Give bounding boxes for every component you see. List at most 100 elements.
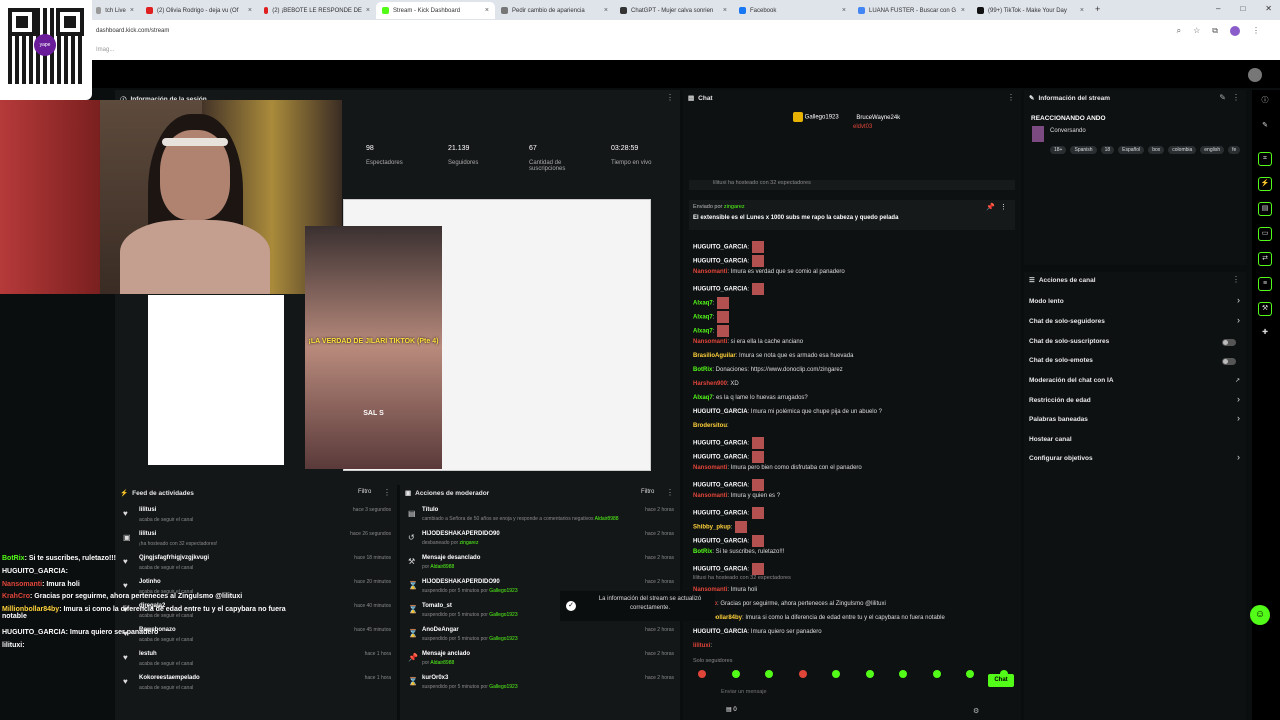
chat-settings-icon[interactable]: ⚙ [973,707,979,715]
browser-tab[interactable]: (99+) TikTok - Make Your Day × [971,2,1090,19]
browser-tab[interactable]: (2) ¡BEBOTE LE RESPONDE DE × [258,2,376,19]
stream-info-menu-icon[interactable]: ⋮ [1232,93,1240,102]
stream-tag[interactable]: box [1148,146,1165,154]
bolt-icon[interactable]: ⚡ [1258,177,1272,191]
chat-username[interactable]: Alxaq7 [693,395,713,401]
moderator-name[interactable]: Aldair8988 [430,660,454,666]
chevron-right-icon[interactable]: › [1237,413,1240,423]
profile-avatar[interactable] [1230,26,1240,36]
channel-action-item[interactable]: Chat de solo-seguidores [1029,318,1241,325]
pinned-menu-icon[interactable]: ⋮ [1000,203,1007,211]
close-tab-icon[interactable]: × [842,7,846,14]
toggle-switch[interactable] [1222,339,1236,346]
chat-username[interactable]: Harshen900 [693,381,727,387]
moderator-name[interactable]: Gallego1923 [489,612,517,618]
chat-username[interactable]: HUGUITO_GARCIA [693,511,748,517]
browser-tab[interactable]: Facebook × [733,2,852,19]
top-user[interactable]: Gallego1923 [805,115,839,121]
channel-action-item[interactable]: Hostear canal [1029,436,1241,443]
menu-icon[interactable]: ⋮ [1252,26,1260,36]
emote-button[interactable] [731,670,740,678]
channel-action-item[interactable]: Moderación del chat con IA [1029,377,1241,384]
close-tab-icon[interactable]: × [485,7,489,14]
toggle-switch[interactable] [1222,358,1236,365]
close-tab-icon[interactable]: × [130,7,134,14]
close-window-button[interactable]: ✕ [1265,4,1272,13]
chat-username[interactable]: HUGUITO_GARCIA [693,567,748,573]
feed-username[interactable]: lilitusi [139,507,156,513]
chat-username[interactable]: HUGUITO_GARCIA [693,287,748,293]
add-widget-icon[interactable]: ✚ [1258,327,1272,341]
close-tab-icon[interactable]: × [961,7,965,14]
crop-icon[interactable]: ⌗ [1258,152,1272,166]
bookmark-star-icon[interactable]: ☆ [1193,26,1200,36]
feed-username[interactable]: lilitusi [139,531,156,537]
emote-button[interactable] [865,670,874,678]
emote-button[interactable] [832,670,841,678]
chat-username[interactable]: HUGUITO_GARCIA [693,245,748,251]
stream-tag[interactable]: 18 [1100,146,1115,154]
chat-username[interactable]: BotRix [693,549,712,555]
mods-menu-icon[interactable]: ⋮ [666,488,674,497]
session-menu-icon[interactable]: ⋮ [666,93,674,102]
top-user[interactable]: BruceWayne24k [856,115,900,121]
feed-username[interactable]: lestuh [139,651,157,657]
zoom-icon[interactable]: ⌕ [1177,26,1181,36]
chat-username[interactable]: Alxaq7 [693,301,713,307]
chat-username[interactable]: HUGUITO_GARCIA [693,629,748,635]
close-tab-icon[interactable]: × [366,7,370,14]
moderator-name[interactable]: Gallego1923 [489,588,517,594]
chat-username[interactable]: Nansomanti [693,493,727,499]
chat-username[interactable]: lilituxi [693,643,710,649]
browser-tab[interactable]: Stream - Kick Dashboard × [376,2,495,19]
browser-tab[interactable]: tch Live × [90,2,140,19]
stream-tag[interactable]: english [1200,146,1225,154]
info-icon[interactable]: ⓘ [1258,95,1272,109]
stream-tag[interactable]: colombia [1168,146,1197,154]
browser-tab[interactable]: ChatGPT - Mujer calva sonrien × [614,2,733,19]
feed-username[interactable]: Kokoreestaempelado [139,675,200,681]
channel-action-item[interactable]: Modo lento [1029,298,1241,305]
url-field[interactable]: dashboard.kick.com/stream [96,28,169,34]
chat-username[interactable]: HUGUITO_GARCIA [693,483,748,489]
chevron-right-icon[interactable]: › [1237,452,1240,462]
chevron-right-icon[interactable]: › [1237,315,1240,325]
feed-username[interactable]: Jotinho [139,579,161,585]
close-tab-icon[interactable]: × [723,7,727,14]
new-tab-button[interactable]: + [1095,4,1100,14]
link-icon[interactable]: ⇄ [1258,252,1272,266]
browser-tab[interactable]: (2) Olivia Rodrigo - deja vu (Of × [140,2,258,19]
edit-stream-icon[interactable]: ✎ [1219,93,1226,102]
emote-button[interactable] [798,670,807,678]
chat-input[interactable]: Enviar un mensaje [703,687,1008,699]
chevron-right-icon[interactable]: › [1237,394,1240,404]
emote-button[interactable] [899,670,908,678]
chat-username[interactable]: HUGUITO_GARCIA [693,441,748,447]
list-icon[interactable]: ≡ [1258,277,1272,291]
user-avatar[interactable] [1248,68,1262,82]
chat-username[interactable]: Shibby_pkup [693,525,731,531]
stream-tag[interactable]: 18+ [1050,146,1067,154]
chat-username[interactable]: BotRix [693,367,712,373]
emote-button[interactable] [765,670,774,678]
moderator-name[interactable]: Aldair8988 [430,564,454,570]
close-tab-icon[interactable]: × [248,7,252,14]
emote-button[interactable] [698,670,706,678]
stream-tag[interactable]: fe [1228,146,1241,154]
minimize-button[interactable]: – [1216,4,1220,13]
edit-icon[interactable]: ✎ [1258,120,1272,134]
maximize-button[interactable]: □ [1240,4,1245,13]
pin-icon[interactable]: 📌 [986,203,995,211]
close-tab-icon[interactable]: × [604,7,608,14]
moderator-name[interactable]: Gallego1923 [489,684,517,690]
doc-icon[interactable]: ▤ [1258,202,1272,216]
moderator-name[interactable]: Gallego1923 [489,636,517,642]
chat-username[interactable]: HUGUITO_GARCIA [693,409,748,415]
browser-tab[interactable]: LUANA FUSTER - Buscar con G × [852,2,971,19]
hammer-icon[interactable]: ⚒ [1258,302,1272,316]
feed-menu-icon[interactable]: ⋮ [383,488,391,497]
feed-filter-button[interactable]: Filtro [358,489,371,495]
bookmark-item[interactable]: Imag... [96,47,114,53]
chat-username[interactable]: HUGUITO_GARCIA [693,539,748,545]
channel-action-item[interactable]: Restricción de edad [1029,397,1241,404]
